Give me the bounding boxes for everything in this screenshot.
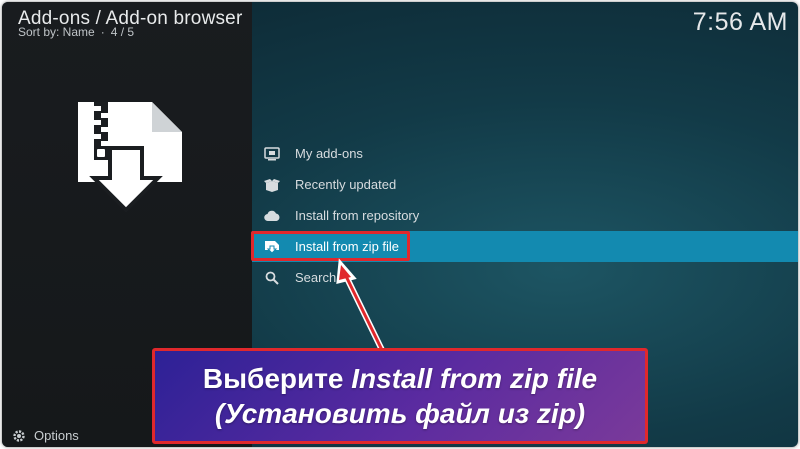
menu-item-recently-updated[interactable]: Recently updated — [252, 169, 798, 200]
gear-icon — [12, 429, 26, 443]
options-label: Options — [34, 428, 79, 443]
menu-item-label: Install from repository — [295, 208, 420, 223]
clock: 7:56 AM — [692, 8, 788, 36]
item-position: 4 / 5 — [110, 25, 135, 39]
menu-item-search[interactable]: Search — [252, 262, 798, 293]
sort-info: Sort by: Name · 4 / 5 — [18, 25, 134, 39]
menu-item-install-from-zip[interactable]: Install from zip file — [252, 231, 798, 262]
annotation-callout: Выберите Install from zip file (Установи… — [152, 348, 648, 444]
search-icon — [264, 270, 280, 286]
zip-download-icon — [264, 239, 280, 255]
cloud-icon — [264, 208, 280, 224]
menu-item-label: My add-ons — [295, 146, 363, 161]
menu-item-label: Install from zip file — [295, 239, 400, 254]
menu-item-my-addons[interactable]: My add-ons — [252, 138, 798, 169]
callout-line-1: Выберите Install from zip file — [203, 361, 597, 396]
menu-item-label: Search — [295, 270, 337, 285]
menu-item-label: Recently updated — [295, 177, 397, 192]
callout-line-2: (Установить файл из zip) — [214, 398, 586, 429]
separator: · — [100, 25, 105, 39]
menu-item-install-from-repository[interactable]: Install from repository — [252, 200, 798, 231]
options-button[interactable]: Options — [12, 428, 79, 443]
addon-menu: My add-ons Recently updated Install from… — [252, 138, 798, 293]
zip-file-icon — [78, 102, 182, 212]
callout-prefix: Выберите — [202, 363, 352, 394]
sort-label[interactable]: Sort by: Name — [18, 25, 95, 39]
callout-emphasis: Install from zip file — [351, 363, 598, 394]
open-box-icon — [264, 177, 280, 193]
monitor-box-icon — [264, 146, 280, 162]
